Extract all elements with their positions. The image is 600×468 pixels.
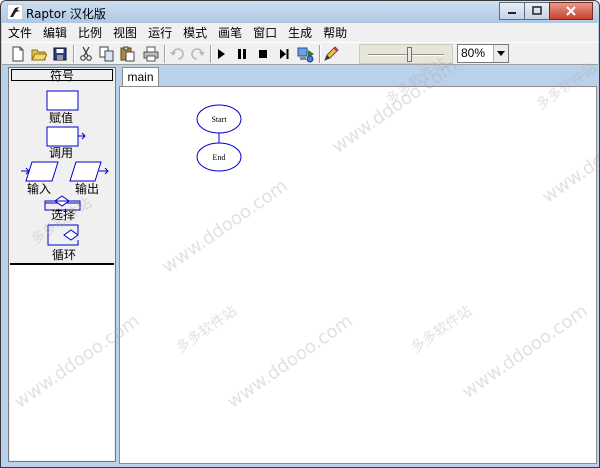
zoom-value: 80% — [461, 46, 486, 60]
cut-icon — [80, 46, 92, 61]
end-terminal[interactable]: End — [196, 142, 242, 172]
print-button[interactable] — [141, 44, 161, 64]
loop-label: 循环 — [52, 248, 77, 262]
stop-button[interactable] — [253, 44, 273, 64]
menu-window[interactable]: 窗口 — [253, 24, 277, 41]
menu-scale[interactable]: 比例 — [78, 24, 102, 41]
stop-icon — [259, 50, 267, 58]
zoom-slider[interactable] — [359, 44, 453, 64]
menu-mode[interactable]: 模式 — [183, 24, 207, 41]
paste-icon — [120, 46, 135, 62]
step-button[interactable] — [274, 44, 294, 64]
assignment-label: 赋值 — [49, 111, 74, 125]
paste-button[interactable] — [118, 44, 138, 64]
minimize-button[interactable] — [499, 2, 525, 20]
window-controls — [499, 2, 593, 20]
call-label: 调用 — [49, 146, 74, 160]
menu-generate[interactable]: 生成 — [288, 24, 312, 41]
menu-run[interactable]: 运行 — [148, 24, 172, 41]
save-icon — [53, 47, 67, 61]
play-icon — [218, 49, 225, 59]
menu-bar: 文件 编辑 比例 视图 运行 模式 画笔 窗口 生成 帮助 — [2, 23, 598, 42]
flowchart-drawing: Start End — [196, 104, 242, 172]
chevron-down-icon — [497, 51, 505, 56]
copy-button[interactable] — [97, 44, 117, 64]
tab-main[interactable]: main — [122, 67, 159, 87]
pen-icon — [324, 46, 339, 61]
zoom-dropdown-button[interactable] — [493, 45, 508, 62]
new-file-icon — [12, 46, 24, 62]
loop-symbol-icon[interactable] — [46, 222, 86, 248]
print-icon — [143, 46, 159, 62]
test-server-icon — [297, 47, 314, 63]
step-icon — [280, 49, 289, 59]
undo-icon — [170, 48, 184, 60]
maximize-icon — [532, 6, 542, 15]
toolbar-separator — [73, 45, 75, 63]
window-title: Raptor 汉化版 — [26, 7, 106, 21]
toolbar-separator — [164, 45, 166, 63]
cut-button[interactable] — [76, 44, 96, 64]
save-button[interactable] — [50, 44, 70, 64]
flowchart-canvas[interactable]: Start End — [119, 86, 597, 464]
menu-help[interactable]: 帮助 — [323, 24, 347, 41]
close-button[interactable] — [549, 2, 593, 20]
zoom-select[interactable]: 80% — [457, 44, 509, 63]
minimize-icon — [508, 12, 516, 14]
open-file-button[interactable] — [29, 44, 49, 64]
variable-watch-panel[interactable] — [10, 265, 114, 460]
raptor-app-icon — [7, 4, 23, 20]
close-icon — [566, 6, 576, 16]
redo-button[interactable] — [188, 44, 208, 64]
menu-ink[interactable]: 画笔 — [218, 24, 242, 41]
zoom-slider-thumb[interactable] — [406, 47, 412, 62]
toolbar: 80% — [2, 42, 598, 65]
copy-icon — [99, 46, 114, 62]
start-label: Start — [211, 115, 227, 124]
pause-icon — [238, 49, 246, 59]
title-bar[interactable]: Raptor 汉化版 — [1, 1, 599, 23]
menu-edit[interactable]: 编辑 — [43, 24, 67, 41]
pause-button[interactable] — [232, 44, 252, 64]
start-terminal[interactable]: Start — [196, 104, 242, 134]
execute-button[interactable] — [211, 44, 231, 64]
end-label: End — [213, 153, 226, 162]
menu-file[interactable]: 文件 — [8, 24, 32, 41]
redo-icon — [191, 48, 205, 60]
selection-label: 选择 — [51, 208, 76, 222]
raptor-window: Raptor 汉化版 文件 编辑 比例 视图 运行 模式 画笔 窗口 生成 帮助 — [0, 0, 600, 468]
new-file-button[interactable] — [8, 44, 28, 64]
test-server-button[interactable] — [296, 44, 316, 64]
palette-header: 符号 — [11, 69, 113, 82]
menu-view[interactable]: 视图 — [113, 24, 137, 41]
undo-button[interactable] — [167, 44, 187, 64]
pen-button[interactable] — [321, 44, 341, 64]
symbol-palette: 符号 赋值 调用 输入 输出 选择 循环 — [8, 67, 116, 462]
open-folder-icon — [31, 49, 47, 61]
maximize-button[interactable] — [524, 2, 550, 20]
